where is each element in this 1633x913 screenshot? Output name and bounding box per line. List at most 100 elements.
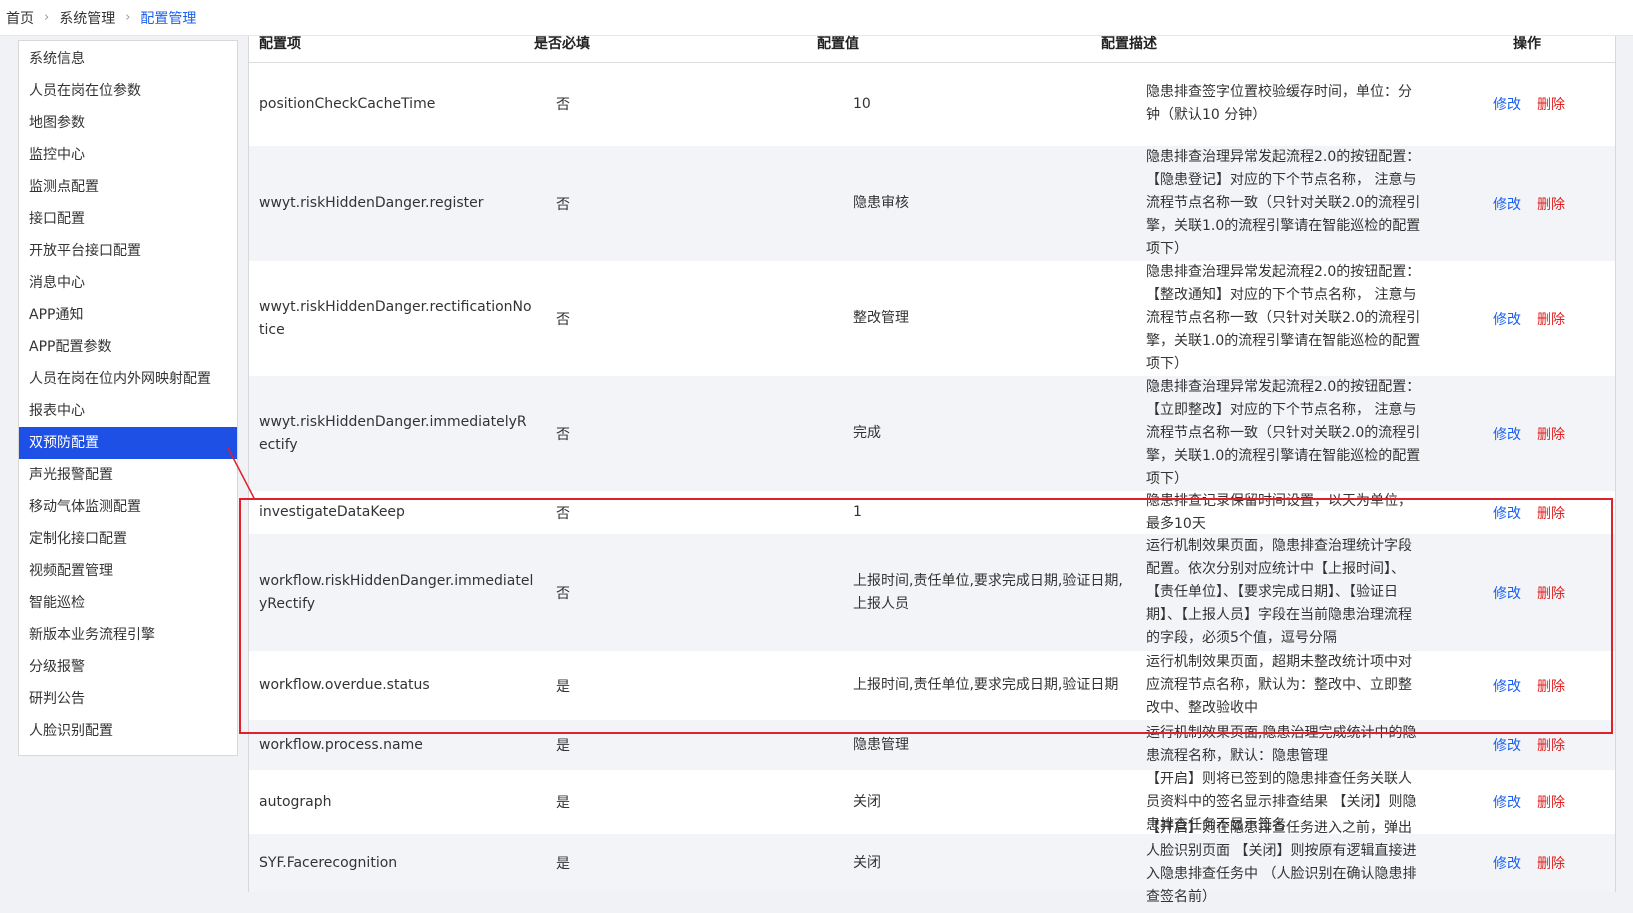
config-value-text: 隐患管理 [853, 736, 909, 753]
sidebar-item[interactable]: APP配置参数 [19, 331, 237, 363]
required-flag-text: 是 [556, 738, 570, 754]
config-key-text: wwyt.riskHiddenDanger.immediatelyRectify [259, 413, 527, 453]
required-flag-text: 否 [556, 505, 570, 522]
sidebar-item[interactable]: 监控中心 [19, 139, 237, 171]
edit-link[interactable]: 修改 [1493, 503, 1521, 523]
sidebar-item[interactable]: 监测点配置 [19, 171, 237, 203]
config-value-text: 隐患审核 [853, 195, 909, 211]
sidebar-item[interactable]: 接口配置 [19, 203, 237, 235]
required-flag-text: 是 [556, 795, 570, 811]
row-actions: 修改 删除 [1493, 491, 1603, 534]
required-flag: 否 [556, 376, 616, 491]
required-flag: 否 [556, 62, 616, 146]
sidebar-item[interactable]: 报表中心 [19, 395, 237, 427]
config-value-text: 完成 [853, 425, 881, 441]
sidebar-item[interactable]: 双预防配置 [19, 427, 237, 459]
config-value-text: 1 [853, 504, 862, 520]
sidebar-item[interactable]: 人员在岗在位内外网映射配置 [19, 363, 237, 395]
config-description-text: 隐患排查治理异常发起流程2.0的按钮配置：【整改通知】对应的下个节点名称， 注意… [1146, 264, 1421, 372]
sidebar-item[interactable]: 定制化接口配置 [19, 523, 237, 555]
config-value-text: 上报时间,责任单位,要求完成日期,验证日期,上报人员 [853, 572, 1123, 612]
config-description-text: 运行机制效果页面，超期未整改统计项中对应流程节点名称，默认为：整改中、立即整改中… [1146, 654, 1412, 716]
config-description: 运行机制效果页面，隐患排查治理统计字段配置。依次分别对应统计中【上报时间】、【责… [1146, 534, 1425, 651]
config-value-text: 关闭 [853, 854, 881, 871]
delete-link[interactable]: 删除 [1537, 503, 1565, 523]
delete-link[interactable]: 删除 [1537, 735, 1565, 755]
sidebar-item[interactable]: 人脸识别配置 [19, 715, 237, 747]
sidebar-item[interactable]: 开放平台接口配置 [19, 235, 237, 267]
edit-link[interactable]: 修改 [1493, 309, 1521, 329]
edit-link[interactable]: 修改 [1493, 94, 1521, 114]
delete-link[interactable]: 删除 [1537, 676, 1565, 696]
config-key: workflow.overdue.status [259, 651, 534, 720]
config-value: 10 [853, 62, 1123, 146]
breadcrumb: 首页 › 系统管理 › 配置管理 [0, 0, 1633, 36]
sidebar-item[interactable]: 智能巡检 [19, 587, 237, 619]
row-actions: 修改 删除 [1493, 146, 1603, 261]
sidebar-item[interactable]: 研判公告 [19, 683, 237, 715]
config-description: 隐患排查治理异常发起流程2.0的按钮配置：【整改通知】对应的下个节点名称， 注意… [1146, 261, 1425, 376]
config-key-text: workflow.riskHiddenDanger.immediatelyRec… [259, 572, 534, 612]
sidebar-item[interactable]: 地图参数 [19, 107, 237, 139]
sidebar: 系统信息 人员在岗在位参数 地图参数 监控中心 监测点配置 接口配置 开放平台接口配置 消息中… [18, 40, 238, 756]
config-value: 完成 [853, 376, 1123, 491]
breadcrumb-home[interactable]: 首页 [6, 8, 34, 28]
delete-link[interactable]: 删除 [1537, 194, 1565, 214]
config-value: 上报时间,责任单位,要求完成日期,验证日期 [853, 651, 1123, 720]
edit-link[interactable]: 修改 [1493, 792, 1521, 812]
config-key: wwyt.riskHiddenDanger.register [259, 146, 534, 261]
delete-link[interactable]: 删除 [1537, 94, 1565, 114]
edit-link[interactable]: 修改 [1493, 735, 1521, 755]
sidebar-item[interactable]: 人员在岗在位参数 [19, 75, 237, 107]
sidebar-item[interactable]: 系统信息 [19, 43, 237, 75]
row-actions: 修改 删除 [1493, 534, 1603, 651]
breadcrumb-system[interactable]: 系统管理 [59, 8, 115, 28]
header-actions: 操作 [1513, 36, 1541, 52]
config-key: workflow.riskHiddenDanger.immediatelyRec… [259, 534, 534, 651]
config-description: 运行机制效果页面,隐患治理完成统计中的隐患流程名称，默认：隐患管理 [1146, 720, 1425, 770]
delete-link[interactable]: 删除 [1537, 853, 1565, 873]
config-key-text: autograph [259, 793, 332, 810]
edit-link[interactable]: 修改 [1493, 853, 1521, 873]
config-key-text: wwyt.riskHiddenDanger.register [259, 195, 484, 211]
table-row: wwyt.riskHiddenDanger.immediatelyRectify… [249, 376, 1615, 491]
config-table: 配置项 是否必填 配置值 配置描述 操作 positionCheckCacheT… [248, 36, 1616, 905]
config-key: positionCheckCacheTime [259, 62, 534, 146]
sidebar-item[interactable]: 新版本业务流程引擎 [19, 619, 237, 651]
required-flag-text: 是 [556, 856, 570, 872]
config-value: 整改管理 [853, 261, 1123, 376]
config-value-text: 上报时间,责任单位,要求完成日期,验证日期 [853, 677, 1119, 693]
sidebar-item[interactable]: 视频配置管理 [19, 555, 237, 587]
table-row: SYF.Facerecognition 是 关闭 【开启】则在隐患排查任务进入之前，弹… [249, 820, 1615, 905]
config-value-text: 10 [853, 95, 871, 112]
delete-link[interactable]: 删除 [1537, 424, 1565, 444]
edit-link[interactable]: 修改 [1493, 194, 1521, 214]
edit-link[interactable]: 修改 [1493, 583, 1521, 603]
config-description-text: 运行机制效果页面，隐患排查治理统计字段配置。依次分别对应统计中【上报时间】、【责… [1146, 538, 1412, 646]
row-actions: 修改 删除 [1493, 770, 1603, 834]
config-key: SYF.Facerecognition [259, 834, 534, 892]
delete-link[interactable]: 删除 [1537, 792, 1565, 812]
header-value: 配置值 [817, 36, 859, 52]
delete-link[interactable]: 删除 [1537, 309, 1565, 329]
required-flag: 是 [556, 834, 616, 892]
row-actions: 修改 删除 [1493, 376, 1603, 491]
row-actions: 修改 删除 [1493, 261, 1603, 376]
sidebar-item[interactable]: 声光报警配置 [19, 459, 237, 491]
sidebar-item[interactable]: APP通知 [19, 299, 237, 331]
delete-link[interactable]: 删除 [1537, 583, 1565, 603]
table-header: 配置项 是否必填 配置值 配置描述 操作 [249, 36, 1615, 63]
required-flag-text: 否 [556, 311, 570, 328]
edit-link[interactable]: 修改 [1493, 424, 1521, 444]
row-actions: 修改 删除 [1493, 651, 1603, 720]
sidebar-item[interactable]: 移动气体监测配置 [19, 491, 237, 523]
config-key: investigateDataKeep [259, 491, 534, 534]
sidebar-item[interactable]: 分级报警 [19, 651, 237, 683]
chevron-right-icon: › [125, 10, 131, 25]
config-description: 隐患排查治理异常发起流程2.0的按钮配置：【隐患登记】对应的下个节点名称， 注意… [1146, 146, 1425, 261]
config-value: 隐患审核 [853, 146, 1123, 261]
edit-link[interactable]: 修改 [1493, 676, 1521, 696]
table-row: workflow.riskHiddenDanger.immediatelyRec… [249, 534, 1615, 651]
sidebar-item[interactable]: 消息中心 [19, 267, 237, 299]
config-key-text: workflow.overdue.status [259, 677, 430, 693]
